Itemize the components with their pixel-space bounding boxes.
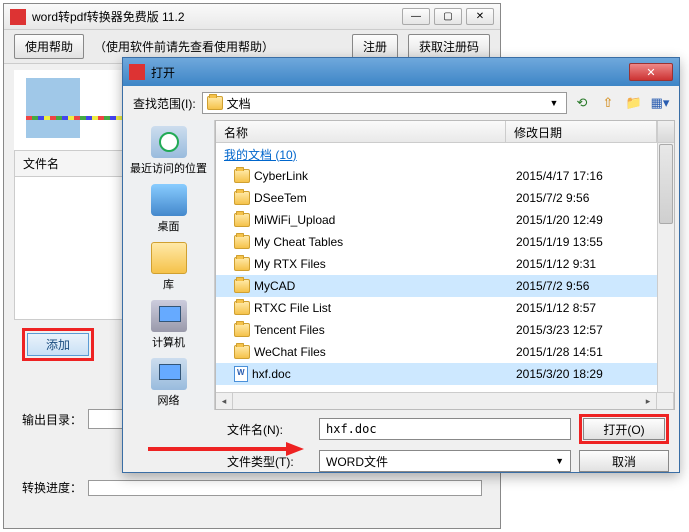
col-name[interactable]: 名称 <box>216 121 506 142</box>
file-row[interactable]: RTXC File List2015/1/12 8:57 <box>216 297 674 319</box>
word-doc-icon <box>234 366 248 382</box>
horizontal-scrollbar[interactable]: ◂ ▸ <box>216 392 674 409</box>
sidebar-label: 桌面 <box>158 218 180 234</box>
folder-icon <box>234 169 250 183</box>
open-dialog: 打开 ✕ 查找范围(I): 文档 ▼ ⟲ ⇧ 📁 ▦▾ 最近访问的位置 桌面 库… <box>122 57 680 473</box>
progress-bar <box>88 480 482 496</box>
sidebar-library[interactable]: 库 <box>149 240 189 294</box>
file-row-selected[interactable]: hxf.doc2015/3/20 18:29 <box>216 363 674 385</box>
folder-icon <box>207 96 223 110</box>
dialog-close-button[interactable]: ✕ <box>629 63 673 81</box>
scroll-right-button[interactable]: ▸ <box>640 393 657 409</box>
cancel-button[interactable]: 取消 <box>579 450 669 472</box>
open-button[interactable]: 打开(O) <box>583 418 665 440</box>
dialog-lookin-row: 查找范围(I): 文档 ▼ ⟲ ⇧ 📁 ▦▾ <box>123 86 679 120</box>
sidebar-network[interactable]: 网络 <box>149 356 189 410</box>
minimize-button[interactable]: — <box>402 8 430 25</box>
close-button[interactable]: ✕ <box>466 8 494 25</box>
sidebar-label: 计算机 <box>152 334 185 350</box>
sidebar-desktop[interactable]: 桌面 <box>149 182 189 236</box>
file-row[interactable]: DSeeTem2015/7/2 9:56 <box>216 187 674 209</box>
folder-icon <box>234 235 250 249</box>
scrollbar-thumb[interactable] <box>659 144 673 224</box>
file-row[interactable]: My Cheat Tables2015/1/19 13:55 <box>216 231 674 253</box>
sidebar-label: 库 <box>163 276 174 292</box>
filetype-label: 文件类型(T): <box>227 453 311 470</box>
dialog-titlebar[interactable]: 打开 ✕ <box>123 58 679 86</box>
folder-icon <box>234 279 250 293</box>
outdir-label: 输出目录： <box>22 411 82 428</box>
add-button-highlight: 添加 <box>22 328 94 361</box>
getcode-button[interactable]: 获取注册码 <box>408 34 490 59</box>
chevron-down-icon: ▼ <box>546 93 562 113</box>
scroll-corner <box>657 393 674 409</box>
folder-icon <box>234 191 250 205</box>
filename-label: 文件名(N): <box>227 421 311 438</box>
main-titlebar[interactable]: word转pdf转换器免费版 11.2 — ▢ ✕ <box>4 4 500 30</box>
network-icon <box>151 358 187 390</box>
folder-icon <box>234 301 250 315</box>
dialog-title: 打开 <box>151 64 629 81</box>
file-row[interactable]: WeChat Files2015/1/28 14:51 <box>216 341 674 363</box>
lookin-value: 文档 <box>227 95 542 112</box>
file-header: 名称 修改日期 <box>216 121 674 143</box>
lookin-label: 查找范围(I): <box>133 95 196 112</box>
folder-icon <box>234 213 250 227</box>
help-button[interactable]: 使用帮助 <box>14 34 84 59</box>
file-row[interactable]: MiWiFi_Upload2015/1/20 12:49 <box>216 209 674 231</box>
progress-label: 转换进度： <box>22 479 82 496</box>
scroll-track[interactable] <box>233 393 640 409</box>
folder-icon <box>234 323 250 337</box>
desktop-icon <box>151 184 187 216</box>
library-icon <box>151 242 187 274</box>
file-rows: 我的文档 (10) CyberLink2015/4/17 17:16 DSeeT… <box>216 143 674 392</box>
group-header[interactable]: 我的文档 (10) <box>216 143 674 165</box>
scroll-left-button[interactable]: ◂ <box>216 393 233 409</box>
header-scroll-spacer <box>657 121 674 142</box>
folder-icon <box>234 345 250 359</box>
folder-icon <box>234 257 250 271</box>
maximize-button[interactable]: ▢ <box>434 8 462 25</box>
sidebar-label: 最近访问的位置 <box>130 160 207 176</box>
file-row[interactable]: My RTX Files2015/1/12 9:31 <box>216 253 674 275</box>
up-icon[interactable]: ⇧ <box>599 94 617 112</box>
places-sidebar: 最近访问的位置 桌面 库 计算机 网络 <box>123 120 215 410</box>
open-button-highlight: 打开(O) <box>579 414 669 444</box>
filetype-combo[interactable]: WORD文件▼ <box>319 450 571 472</box>
viewmode-icon[interactable]: ▦▾ <box>651 94 669 112</box>
sidebar-computer[interactable]: 计算机 <box>149 298 189 352</box>
col-date[interactable]: 修改日期 <box>506 121 657 142</box>
file-row[interactable]: Tencent Files2015/3/23 12:57 <box>216 319 674 341</box>
add-button[interactable]: 添加 <box>27 333 89 356</box>
computer-icon <box>151 300 187 332</box>
newfolder-icon[interactable]: 📁 <box>625 94 643 112</box>
file-browser: 名称 修改日期 我的文档 (10) CyberLink2015/4/17 17:… <box>215 120 675 410</box>
vertical-scrollbar[interactable] <box>657 143 674 392</box>
register-button[interactable]: 注册 <box>352 34 398 59</box>
recent-icon <box>151 126 187 158</box>
filename-input[interactable] <box>319 418 571 440</box>
main-title: word转pdf转换器免费版 11.2 <box>32 8 402 25</box>
file-row[interactable]: CyberLink2015/4/17 17:16 <box>216 165 674 187</box>
back-icon[interactable]: ⟲ <box>573 94 591 112</box>
dialog-icon <box>129 64 145 80</box>
sidebar-label: 网络 <box>158 392 180 408</box>
chevron-down-icon: ▼ <box>555 456 564 466</box>
file-row[interactable]: MyCAD2015/7/2 9:56 <box>216 275 674 297</box>
lookin-combo[interactable]: 文档 ▼ <box>202 92 567 114</box>
app-icon <box>10 9 26 25</box>
sidebar-recent[interactable]: 最近访问的位置 <box>128 124 209 178</box>
help-note: （使用软件前请先查看使用帮助） <box>94 38 342 55</box>
